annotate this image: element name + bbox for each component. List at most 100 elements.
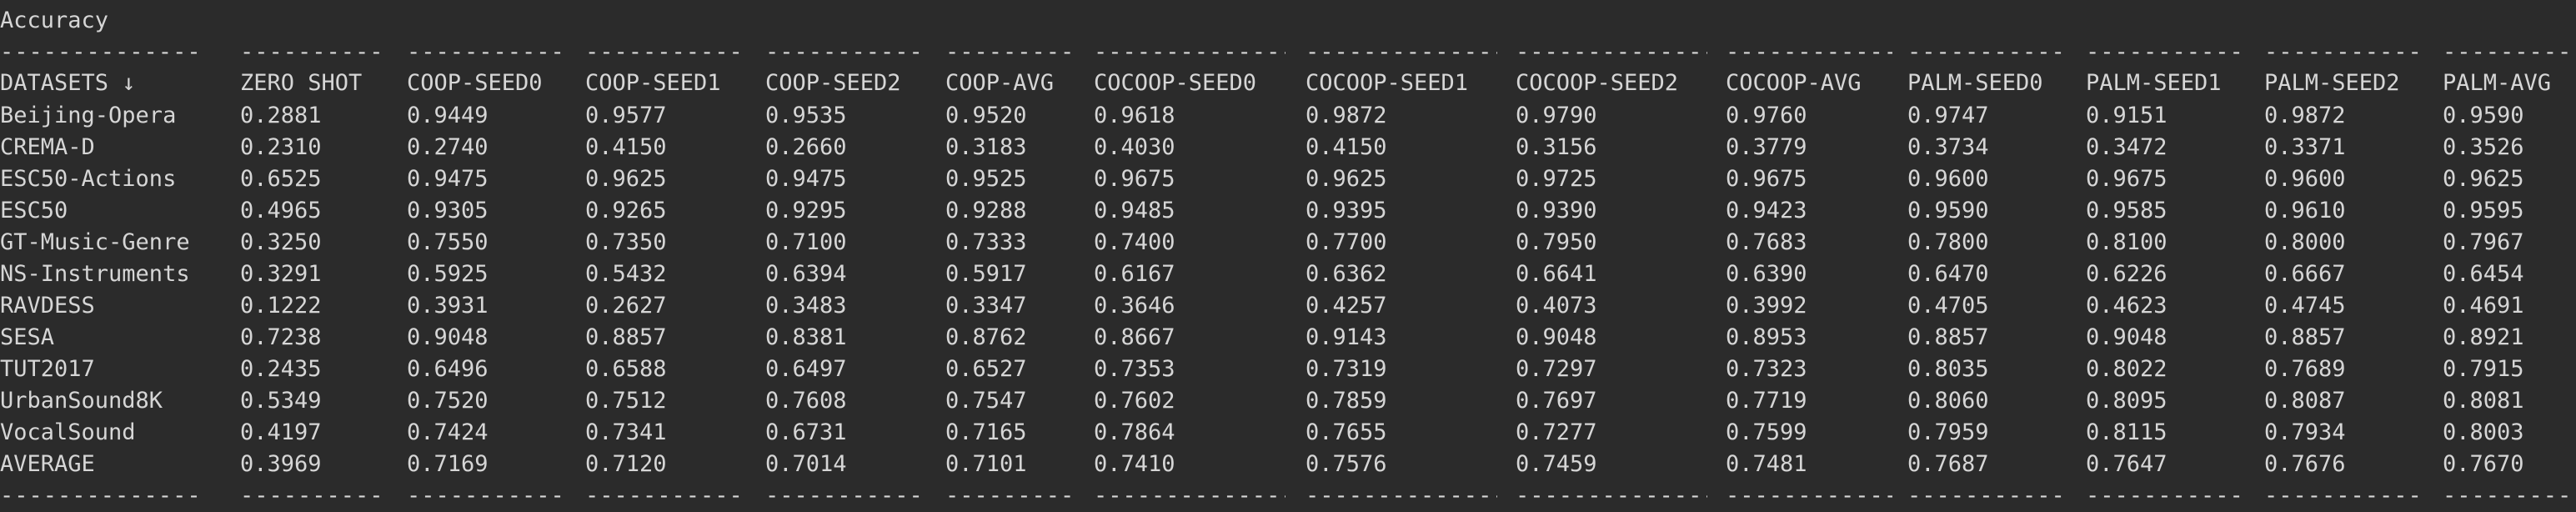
dataset-name-cell: VocalSound (0, 419, 136, 445)
accuracy-cell: 0.8953 (1726, 324, 1807, 350)
dataset-name-cell: Beijing-Opera (0, 103, 177, 128)
accuracy-cell: 0.9625 (2443, 166, 2524, 192)
accuracy-cell: 0.5917 (945, 261, 1027, 287)
accuracy-cell: 0.9872 (2264, 103, 2346, 128)
accuracy-cell: 0.3250 (240, 229, 322, 255)
accuracy-cell: 0.8762 (945, 324, 1027, 350)
accuracy-cell: 0.7700 (1306, 229, 1387, 255)
accuracy-cell: 0.8115 (2086, 419, 2168, 445)
accuracy-cell: 0.8081 (2443, 388, 2524, 414)
accuracy-cell: 0.7602 (1094, 388, 1175, 414)
accuracy-cell: 0.9048 (2086, 324, 2168, 350)
separator-segment: -------------- (1306, 483, 1497, 509)
separator-segment: -------------- (407, 39, 565, 65)
accuracy-cell: 0.3291 (240, 261, 322, 287)
accuracy-cell: 0.7410 (1094, 451, 1175, 477)
accuracy-cell: 0.4745 (2264, 293, 2346, 319)
separator-segment: -------------- (585, 39, 744, 65)
accuracy-cell: 0.3992 (1726, 293, 1807, 319)
column-header: DATASETS ↓ (0, 70, 136, 96)
accuracy-cell: 0.9475 (765, 166, 847, 192)
accuracy-cell: 0.7576 (1306, 451, 1387, 477)
accuracy-cell: 0.7697 (1516, 388, 1597, 414)
accuracy-cell: 0.7967 (2443, 229, 2524, 255)
accuracy-cell: 0.9143 (1306, 324, 1387, 350)
dataset-name-cell: NS-Instruments (0, 261, 190, 287)
accuracy-cell: 0.4150 (585, 134, 667, 160)
accuracy-cell: 0.5349 (240, 388, 322, 414)
accuracy-cell: 0.6470 (1907, 261, 1989, 287)
accuracy-cell: 0.9295 (765, 198, 847, 223)
accuracy-cell: 0.4705 (1907, 293, 1989, 319)
accuracy-cell: 0.7512 (585, 388, 667, 414)
accuracy-cell: 0.7950 (1516, 229, 1597, 255)
accuracy-cell: 0.3183 (945, 134, 1027, 160)
column-header: COOP-SEED2 (765, 70, 901, 96)
accuracy-cell: 0.8035 (1907, 356, 1989, 382)
accuracy-cell: 0.8095 (2086, 388, 2168, 414)
accuracy-cell: 0.7353 (1094, 356, 1175, 382)
accuracy-cell: 0.7277 (1516, 419, 1597, 445)
accuracy-cell: 0.4691 (2443, 293, 2524, 319)
accuracy-cell: 0.9288 (945, 198, 1027, 223)
separator-segment: -------------- (2086, 483, 2244, 509)
column-header: ZERO SHOT (240, 70, 363, 96)
accuracy-cell: 0.7400 (1094, 229, 1175, 255)
separator-segment: -------------- (1094, 483, 1285, 509)
accuracy-cell: 0.7481 (1726, 451, 1807, 477)
accuracy-cell: 0.9625 (1306, 166, 1387, 192)
accuracy-cell: 0.7608 (765, 388, 847, 414)
accuracy-cell: 0.2627 (585, 293, 667, 319)
accuracy-cell: 0.7647 (2086, 451, 2168, 477)
dataset-name-cell: SESA (0, 324, 55, 350)
accuracy-cell: 0.9305 (407, 198, 489, 223)
accuracy-cell: 0.2310 (240, 134, 322, 160)
accuracy-cell: 0.9577 (585, 103, 667, 128)
column-header: COOP-SEED1 (585, 70, 721, 96)
dataset-name-cell: GT-Music-Genre (0, 229, 190, 255)
accuracy-cell: 0.9590 (1907, 198, 1989, 223)
separator-segment: -------------- (1907, 39, 2066, 65)
separator-segment: -------------- (240, 39, 386, 65)
dataset-name-cell: TUT2017 (0, 356, 95, 382)
accuracy-cell: 0.3969 (240, 451, 322, 477)
accuracy-cell: 0.9395 (1306, 198, 1387, 223)
column-header: COCOOP-SEED1 (1306, 70, 1469, 96)
dataset-name-cell: ESC50 (0, 198, 68, 223)
accuracy-cell: 0.7599 (1726, 419, 1807, 445)
accuracy-cell: 0.9590 (2443, 103, 2524, 128)
accuracy-cell: 0.9048 (407, 324, 489, 350)
accuracy-cell: 0.8022 (2086, 356, 2168, 382)
accuracy-cell: 0.7238 (240, 324, 322, 350)
dataset-name-cell: UrbanSound8K (0, 388, 163, 414)
column-header: PALM-SEED1 (2086, 70, 2222, 96)
separator-segment: -------------- (1306, 39, 1497, 65)
accuracy-cell: 0.4030 (1094, 134, 1175, 160)
accuracy-cell: 0.9675 (2086, 166, 2168, 192)
accuracy-cell: 0.7689 (2264, 356, 2346, 382)
accuracy-cell: 0.3526 (2443, 134, 2524, 160)
accuracy-cell: 0.7169 (407, 451, 489, 477)
accuracy-cell: 0.7915 (2443, 356, 2524, 382)
accuracy-cell: 0.4073 (1516, 293, 1597, 319)
accuracy-cell: 0.8000 (2264, 229, 2346, 255)
accuracy-cell: 0.7719 (1726, 388, 1807, 414)
dataset-name-cell: CREMA-D (0, 134, 95, 160)
dataset-name-cell: ESC50-Actions (0, 166, 177, 192)
accuracy-cell: 0.7687 (1907, 451, 1989, 477)
accuracy-cell: 0.3371 (2264, 134, 2346, 160)
accuracy-cell: 0.1222 (240, 293, 322, 319)
accuracy-cell: 0.8857 (585, 324, 667, 350)
accuracy-cell: 0.9475 (407, 166, 489, 192)
accuracy-cell: 0.9790 (1516, 103, 1597, 128)
accuracy-cell: 0.3931 (407, 293, 489, 319)
accuracy-cell: 0.2435 (240, 356, 322, 382)
title-text: Accuracy (0, 8, 109, 33)
accuracy-cell: 0.6667 (2264, 261, 2346, 287)
accuracy-cell: 0.9760 (1726, 103, 1807, 128)
accuracy-cell: 0.9872 (1306, 103, 1387, 128)
accuracy-cell: 0.7333 (945, 229, 1027, 255)
accuracy-cell: 0.4257 (1306, 293, 1387, 319)
column-header: COCOOP-SEED2 (1516, 70, 1679, 96)
accuracy-cell: 0.6527 (945, 356, 1027, 382)
